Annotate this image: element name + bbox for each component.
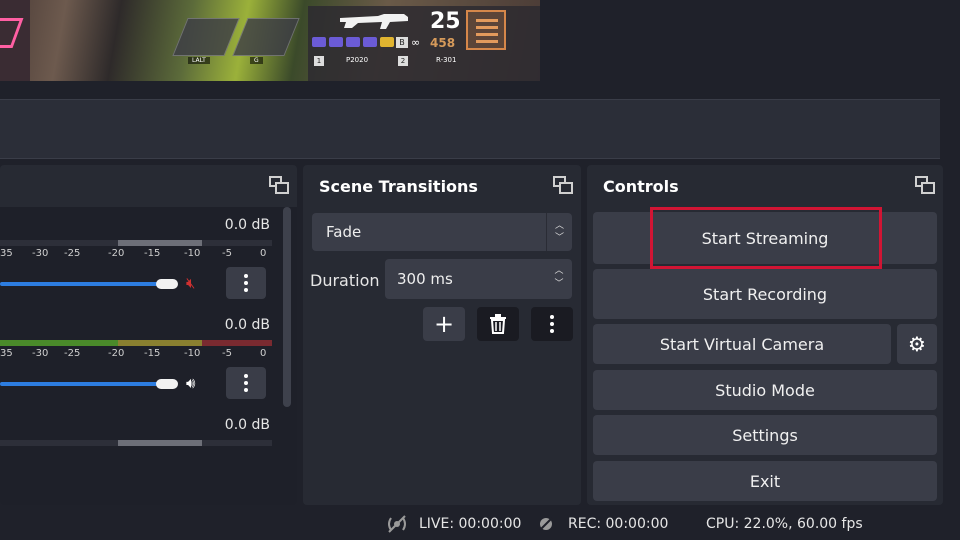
- scene-transitions-body: Fade ︿ ﹀ Duration 300 ms ︿ ﹀ +: [303, 207, 581, 505]
- transition-select-value: Fade: [326, 223, 362, 241]
- hud-armor-badge: [466, 10, 506, 50]
- channel-2-meter: [0, 340, 272, 346]
- weapon-slot-1-name: P2020: [346, 56, 369, 64]
- transition-select[interactable]: Fade ︿ ﹀: [312, 213, 572, 251]
- start-recording-button[interactable]: Start Recording: [593, 269, 937, 319]
- channel-2-volume-slider[interactable]: [0, 382, 172, 386]
- scene-transitions-title: Scene Transitions: [319, 176, 478, 196]
- attachment-icon: [312, 37, 326, 47]
- channel-1-meter: [0, 240, 272, 246]
- ammo-reserve: 458: [430, 36, 456, 50]
- rec-timer: REC: 00:00:00: [568, 516, 669, 532]
- hud-badge-letter: B: [396, 37, 408, 48]
- status-bar: LIVE: 00:00:00 REC: 00:00:00 CPU: 22.0%,…: [0, 508, 960, 540]
- scenes-sources-strip: [0, 99, 940, 159]
- scene-transitions-dock: Scene Transitions Fade ︿ ﹀ Duration 300 m…: [303, 165, 581, 505]
- channel-2-db: 0.0 dB: [224, 317, 270, 333]
- weapon-slot-2-num: 2: [398, 56, 408, 66]
- settings-button[interactable]: Settings: [593, 415, 937, 455]
- controls-header: Controls: [587, 165, 943, 207]
- channel-3-meter: [0, 440, 272, 446]
- hud-ability-tile-2: [232, 18, 300, 56]
- transition-menu-button[interactable]: [531, 307, 573, 341]
- kebab-icon: [550, 315, 554, 333]
- plus-icon: +: [433, 310, 455, 338]
- live-broadcast-icon: [388, 515, 406, 533]
- hud-attachment-icons: [312, 37, 394, 49]
- undock-icon[interactable]: [915, 176, 935, 194]
- channel-3-db: 0.0 dB: [224, 417, 270, 433]
- attachment-icon: [380, 37, 394, 47]
- channel-1-ticks: 35 -30 -25 -20 -15 -10 -5 0: [0, 248, 267, 259]
- channel-1-db: 0.0 dB: [224, 217, 270, 233]
- chevron-updown-icon: ︿ ﹀: [546, 213, 572, 251]
- rec-disabled-icon: [539, 517, 553, 531]
- infinity-icon: ∞: [411, 36, 421, 49]
- virtual-camera-settings-button[interactable]: ⚙: [897, 324, 937, 364]
- attachment-icon: [346, 37, 360, 47]
- hud-key-label-2: G: [250, 57, 263, 64]
- hud-ability-tile-1: [172, 18, 240, 56]
- hud-key-label-1: LALT: [188, 57, 210, 64]
- trash-icon: [490, 314, 506, 334]
- audio-mixer-body: 0.0 dB 35 -30 -25 -20 -15 -10 -5 0 🔇︎ 0.…: [0, 207, 297, 505]
- undock-icon[interactable]: [553, 176, 573, 194]
- preview-canvas[interactable]: LALT G B ∞ 25 458 1 P2020 2 R-301: [0, 0, 540, 81]
- spin-arrows-icon[interactable]: ︿ ﹀: [546, 259, 572, 299]
- controls-title: Controls: [603, 176, 679, 196]
- duration-spinbox[interactable]: 300 ms ︿ ﹀: [385, 259, 572, 299]
- gear-icon: ⚙: [908, 332, 926, 356]
- undock-icon[interactable]: [269, 176, 289, 194]
- duration-label: Duration: [310, 271, 380, 290]
- channel-2-menu-button[interactable]: [226, 367, 266, 399]
- audio-mixer-dock: 0.0 dB 35 -30 -25 -20 -15 -10 -5 0 🔇︎ 0.…: [0, 165, 297, 505]
- attachment-icon: [363, 37, 377, 47]
- channel-2-ticks: 35 -30 -25 -20 -15 -10 -5 0: [0, 348, 267, 359]
- mixer-scrollbar[interactable]: [283, 207, 291, 407]
- channel-2-volume-handle[interactable]: [156, 379, 178, 389]
- live-timer: LIVE: 00:00:00: [419, 516, 522, 532]
- start-streaming-button[interactable]: Start Streaming: [593, 212, 937, 264]
- exit-button[interactable]: Exit: [593, 461, 937, 501]
- cpu-fps-readout: CPU: 22.0%, 60.00 fps: [706, 516, 863, 532]
- muted-speaker-icon[interactable]: 🔇︎: [186, 274, 195, 292]
- attachment-icon: [329, 37, 343, 47]
- rifle-icon: [340, 14, 408, 29]
- channel-1-menu-button[interactable]: [226, 267, 266, 299]
- ammo-count: 25: [430, 9, 461, 34]
- speaker-icon[interactable]: 🔊︎: [186, 374, 195, 392]
- scene-transitions-header: Scene Transitions: [303, 165, 581, 207]
- controls-body: Start Streaming Start Recording Start Vi…: [587, 207, 943, 505]
- channel-1-volume-handle[interactable]: [156, 279, 178, 289]
- add-transition-button[interactable]: +: [423, 307, 465, 341]
- controls-dock: Controls Start Streaming Start Recording…: [587, 165, 943, 505]
- audio-mixer-header: [0, 165, 297, 207]
- remove-transition-button[interactable]: [477, 307, 519, 341]
- duration-value: 300 ms: [397, 270, 453, 288]
- channel-1-volume-slider[interactable]: [0, 282, 172, 286]
- weapon-slot-2-name: R-301: [436, 56, 457, 64]
- weapon-slot-1-num: 1: [314, 56, 324, 66]
- studio-mode-button[interactable]: Studio Mode: [593, 370, 937, 410]
- start-virtual-camera-button[interactable]: Start Virtual Camera: [593, 324, 891, 364]
